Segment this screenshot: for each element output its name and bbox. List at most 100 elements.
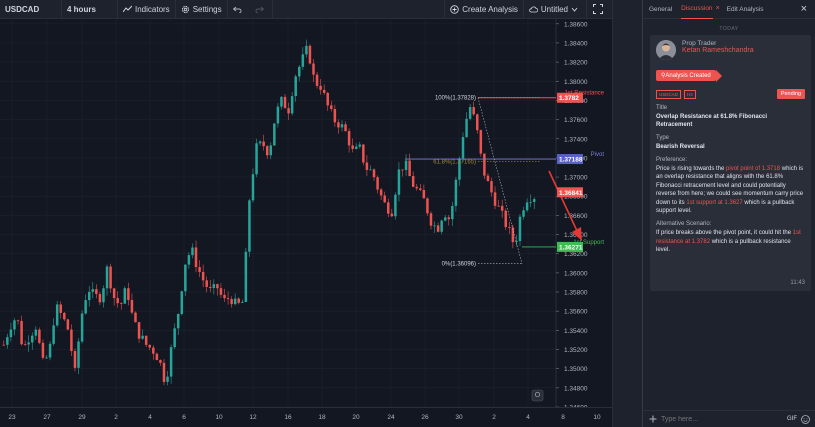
candle-body (415, 186, 418, 189)
candle-body (226, 298, 230, 300)
trader-role: Prop Trader (682, 40, 717, 47)
price-chart[interactable]: 1.386001.384001.382001.380001.378001.376… (0, 19, 612, 407)
tab-discussion[interactable]: Discussion (681, 0, 713, 19)
candle-body (422, 190, 426, 199)
candle-body (262, 141, 265, 147)
candle-body (9, 329, 13, 338)
plus-icon[interactable] (649, 415, 657, 423)
type-value: Bearish Reversal (656, 144, 705, 150)
layout-selector[interactable]: Untitled (524, 0, 587, 19)
candle-body (187, 255, 191, 265)
redo-icon (255, 6, 264, 13)
candle-body (429, 213, 433, 226)
candle-body (354, 146, 358, 149)
preference-part: Price is rising towards the (656, 166, 727, 172)
message-input-bar: GIF (643, 410, 815, 427)
candle-body (130, 299, 134, 313)
candle-body (333, 108, 337, 123)
fib-100-label: 100%(1.37828) (435, 96, 476, 102)
candle-body (394, 194, 397, 217)
candle-body (159, 360, 162, 363)
price-tick-label: 1.35000 (564, 366, 588, 373)
candle-body (426, 198, 429, 214)
avatar[interactable] (656, 40, 676, 60)
candle-body (401, 169, 404, 171)
price-tick-label: 1.37000 (564, 175, 588, 182)
candle-body (518, 216, 522, 242)
candle-body (290, 96, 294, 114)
emoji-icon[interactable] (801, 414, 810, 424)
candle-body (248, 200, 251, 252)
alt-part: If price breaks above the pivot point, i… (656, 230, 793, 237)
candle-body (476, 114, 479, 131)
message-input[interactable] (661, 415, 787, 423)
chart-area[interactable]: 1.386001.384001.382001.380001.378001.376… (0, 19, 612, 407)
price-tick-label: 1.36200 (564, 251, 588, 258)
symbol-selector[interactable]: USDCAD (0, 0, 62, 19)
redo-button[interactable] (250, 0, 273, 19)
candle-body (351, 145, 354, 149)
date-tick-label: 24 (387, 414, 395, 421)
candle-body (48, 343, 52, 358)
settings-button[interactable]: Settings (176, 0, 228, 19)
candle-body (443, 217, 447, 221)
price-tick-label: 1.38000 (564, 79, 588, 86)
candle-body (34, 329, 38, 336)
candle-body (319, 85, 322, 90)
date-tick-label: 6 (182, 414, 186, 421)
support-highlight: 1st support at 1.3627 (686, 199, 743, 206)
plus-circle-icon (450, 4, 460, 14)
date-tick-label: 4 (526, 414, 530, 421)
candle-body (176, 313, 180, 329)
date-axis[interactable]: 23 27 29 2 4 6 10 12 16 18 20 24 26 30 2 4 8 10 (0, 407, 612, 427)
candle-body (144, 335, 148, 345)
symbol-tag: USDCAD (656, 89, 682, 99)
candle-body (280, 96, 283, 107)
undo-icon (232, 6, 242, 13)
candle-body (38, 329, 41, 343)
date-tick-label: 10 (593, 414, 601, 421)
candle-body (468, 107, 472, 119)
candle-body (116, 298, 119, 304)
candle-body (205, 280, 208, 287)
date-tick-label: 20 (352, 414, 360, 421)
candle-body (362, 144, 365, 163)
candle-body (95, 289, 98, 294)
fullscreen-button[interactable] (587, 0, 612, 19)
candle-body (525, 202, 529, 211)
candle-body (390, 213, 394, 217)
candle-body (532, 199, 536, 202)
date-tick-label: 26 (421, 414, 429, 421)
create-analysis-button[interactable]: Create Analysis (444, 0, 524, 19)
candle-body (91, 289, 95, 292)
tab-edit-analysis[interactable]: Edit Analysis (727, 0, 764, 19)
candle-body (472, 107, 475, 115)
current-price-tag: 1.36841 (559, 190, 583, 197)
candle-body (6, 337, 9, 345)
candle-body (255, 143, 258, 175)
type-label: Type (656, 135, 670, 141)
date-tick-label: 10 (215, 414, 223, 421)
message-card: Prop Trader Ketan Rameshchandra ⚲Analysi… (650, 35, 811, 291)
tab-discussion-close-icon[interactable]: × (716, 5, 720, 12)
alt-scenario-text: If price breaks above the pivot point, i… (656, 229, 805, 254)
candle-body (55, 304, 59, 326)
candle-body (152, 347, 155, 354)
gif-button[interactable]: GIF (787, 416, 797, 422)
analysis-created-badge: ⚲Analysis Created (656, 70, 722, 82)
trader-name[interactable]: Ketan Rameshchandra (682, 47, 754, 54)
indicators-button[interactable]: Indicators (118, 0, 176, 19)
candle-body (162, 362, 166, 382)
candle-body (500, 205, 504, 211)
indicators-icon (123, 5, 132, 13)
candle-body (141, 335, 144, 339)
candle-body (358, 144, 362, 147)
price-tick-label: 1.38200 (564, 60, 588, 67)
tab-general[interactable]: General (649, 0, 672, 19)
close-icon[interactable]: × (801, 3, 807, 15)
settings-label: Settings (192, 4, 222, 14)
interval-selector[interactable]: 4 hours (62, 0, 118, 19)
candle-body (404, 160, 408, 171)
candle-body (493, 192, 497, 206)
undo-button[interactable] (228, 0, 250, 19)
